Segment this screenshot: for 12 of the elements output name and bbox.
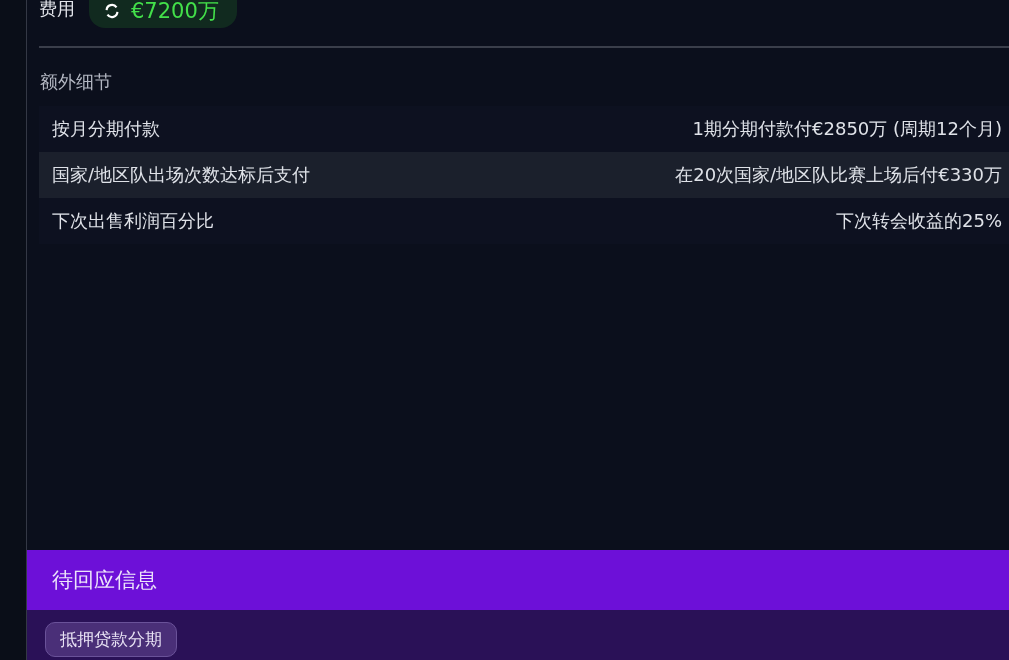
section-title: 额外细节 (40, 70, 113, 94)
pending-button[interactable]: 抵押贷款分期 (45, 622, 177, 657)
detail-label: 国家/地区队出场次数达标后支付 (52, 163, 311, 187)
fee-value: €7200万 (131, 0, 219, 25)
detail-value: 在20次国家/地区队比赛上场后付€330万 (675, 163, 1002, 187)
fee-label: 费用 (39, 0, 75, 21)
detail-value: 1期分期付款付€2850万 (周期12个月) (692, 117, 1002, 141)
pending-header: 待回应信息 (27, 550, 1009, 610)
detail-value: 下次转会收益的25% (836, 209, 1002, 233)
refresh-icon (103, 2, 121, 20)
detail-label: 下次出售利润百分比 (52, 209, 214, 233)
detail-label: 按月分期付款 (52, 117, 160, 141)
